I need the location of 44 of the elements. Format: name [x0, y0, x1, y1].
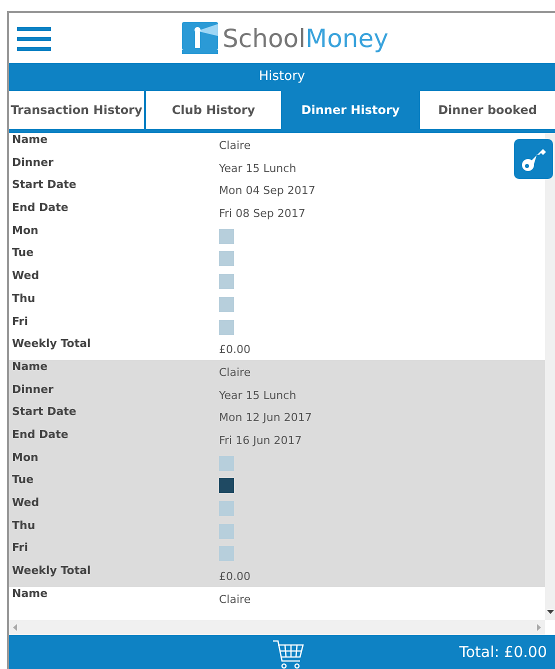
field-value: Claire [219, 592, 251, 607]
field-value: Mon 04 Sep 2017 [219, 183, 316, 198]
field-label: End Date [11, 428, 70, 442]
field-label: Tue [11, 246, 35, 260]
menu-icon[interactable] [17, 27, 51, 51]
field-label: Fri [11, 314, 30, 328]
field-value: Year 15 Lunch [219, 160, 296, 176]
field-value: Fri 16 Jun 2017 [219, 432, 302, 448]
tab[interactable]: Dinner booked [420, 91, 555, 129]
field-label: Name [11, 360, 49, 374]
field-label: Start Date [11, 178, 78, 192]
field-label: Dinner [11, 156, 54, 170]
field-label: Wed [11, 269, 40, 284]
field-value: Claire [219, 138, 251, 153]
field-value: Mon 12 Jun 2017 [219, 410, 312, 426]
key-icon [520, 146, 546, 172]
field-value: Claire [219, 364, 251, 380]
field-label: Mon [11, 450, 40, 465]
key-button[interactable] [514, 139, 553, 179]
field-label: Mon [11, 224, 40, 238]
field-label: Tue [11, 473, 35, 488]
tab[interactable]: Club History [146, 91, 281, 129]
field-label: Start Date [11, 405, 78, 420]
tab[interactable]: Transaction History [9, 91, 144, 129]
field-label: Weekly Total [11, 564, 92, 578]
field-label: Name [11, 133, 49, 147]
field-value: £0.00 [219, 569, 250, 584]
field-label: Fri [11, 541, 30, 556]
down-arrow-icon[interactable] [546, 610, 554, 614]
field-label: Thu [11, 518, 36, 533]
field-label: Dinner [11, 382, 54, 397]
field-label: Thu [11, 292, 36, 306]
lighthouse-logo-icon [182, 22, 218, 54]
title-bar: History [9, 63, 555, 91]
field-label: Wed [11, 496, 40, 510]
field-value: £0.00 [219, 342, 250, 358]
field-value: Year 15 Lunch [219, 388, 296, 403]
cart-icon[interactable] [272, 639, 304, 669]
field-label: End Date [11, 201, 70, 216]
logo-text: SchoolMoney [222, 26, 388, 50]
field-label: Weekly Total [11, 337, 92, 352]
field-value: Fri 08 Sep 2017 [219, 206, 306, 222]
field-label: Name [11, 586, 49, 601]
total-text: Total: £0.00 [459, 642, 547, 663]
